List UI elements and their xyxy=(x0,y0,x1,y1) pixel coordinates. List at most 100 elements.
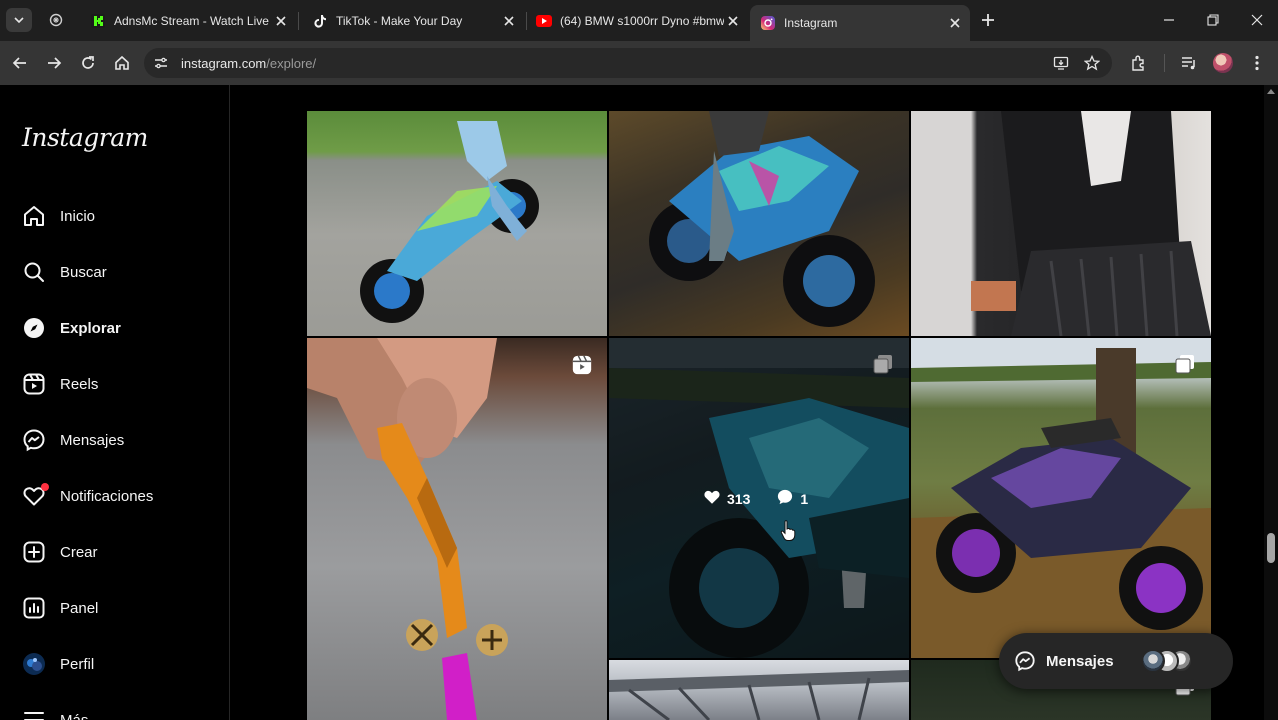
tab-title: (64) BMW s1000rr Dyno #bmw xyxy=(560,14,724,28)
reload-icon xyxy=(82,56,94,69)
explore-post[interactable] xyxy=(609,111,909,336)
arrow-right-icon xyxy=(48,57,62,69)
kick-icon xyxy=(90,13,106,29)
sidebar-item-inicio[interactable]: Inicio xyxy=(22,202,95,230)
browser-toolbar: instagram.com/explore/ xyxy=(0,41,1278,85)
more-options-icon[interactable] xyxy=(1246,52,1268,74)
carousel-badge-icon xyxy=(872,353,894,375)
tab-separator xyxy=(298,12,299,30)
tab-kick[interactable]: AdnsMc Stream - Watch Live or xyxy=(80,6,296,36)
sidebar-item-mas[interactable]: Más xyxy=(22,706,88,720)
likes-stat: 313 xyxy=(703,488,750,509)
plus-icon xyxy=(982,14,994,26)
sidebar-item-notificaciones[interactable]: Notificaciones xyxy=(22,482,153,510)
close-window-button[interactable] xyxy=(1245,8,1269,32)
close-tab-icon[interactable] xyxy=(272,12,290,30)
home-button[interactable] xyxy=(110,51,134,75)
scrollbar-thumb[interactable] xyxy=(1267,533,1275,563)
arrow-left-icon xyxy=(12,57,26,69)
explore-post[interactable] xyxy=(307,338,607,720)
heart-icon xyxy=(703,488,721,509)
chatgpt-icon xyxy=(49,13,63,27)
sidebar-item-label: Notificaciones xyxy=(60,487,154,505)
sidebar-item-reels[interactable]: Reels xyxy=(22,370,98,398)
sidebar-item-perfil[interactable]: Perfil xyxy=(22,650,94,678)
instagram-logo[interactable]: Instagram xyxy=(22,123,148,152)
avatar xyxy=(22,652,46,676)
close-tab-icon[interactable] xyxy=(946,14,964,32)
notification-dot xyxy=(41,483,49,491)
chart-icon xyxy=(22,596,46,620)
sidebar-item-mensajes[interactable]: Mensajes xyxy=(22,426,124,454)
back-button[interactable] xyxy=(8,51,32,75)
messenger-icon xyxy=(22,428,46,452)
restore-button[interactable] xyxy=(1201,8,1225,32)
tab-search-button[interactable] xyxy=(6,8,32,32)
reload-button[interactable] xyxy=(76,51,100,75)
post-image xyxy=(649,111,875,327)
messages-floating-button[interactable]: Mensajes xyxy=(999,633,1233,689)
minimize-button[interactable] xyxy=(1157,8,1181,32)
tab-tiktok[interactable]: TikTok - Make Your Day xyxy=(302,6,524,36)
search-icon xyxy=(22,260,46,284)
explore-post[interactable] xyxy=(911,111,1211,336)
close-tab-icon[interactable] xyxy=(724,12,742,30)
explore-post[interactable] xyxy=(609,660,909,720)
url-host: instagram.com xyxy=(181,56,267,71)
sidebar-item-label: Más xyxy=(60,711,89,720)
restore-icon xyxy=(1207,14,1219,26)
new-tab-button[interactable] xyxy=(977,9,999,31)
close-tab-icon[interactable] xyxy=(500,12,518,30)
heart-icon xyxy=(22,483,49,508)
explore-post[interactable] xyxy=(307,111,607,336)
sidebar-item-panel[interactable]: Panel xyxy=(22,594,98,622)
reel-badge-icon xyxy=(571,354,593,376)
forward-button[interactable] xyxy=(42,51,66,75)
instagram-sidebar: Instagram Inicio Buscar Explorar Reels M… xyxy=(0,85,230,720)
browser-profile-avatar[interactable] xyxy=(1213,53,1233,73)
site-info-icon[interactable] xyxy=(152,54,170,72)
scroll-up-arrow-icon[interactable] xyxy=(1267,89,1275,94)
sidebar-item-label: Crear xyxy=(60,543,98,561)
carousel-badge-icon xyxy=(1174,353,1196,375)
install-app-icon[interactable] xyxy=(1052,54,1070,72)
explore-post[interactable] xyxy=(911,338,1211,658)
sidebar-item-buscar[interactable]: Buscar xyxy=(22,258,107,286)
plus-square-icon xyxy=(22,540,46,564)
instagram-page: Instagram Inicio Buscar Explorar Reels M… xyxy=(0,85,1278,720)
home-icon xyxy=(115,55,129,70)
chevron-down-icon xyxy=(14,17,24,24)
tab-title: Instagram xyxy=(784,16,838,30)
menu-icon xyxy=(22,708,46,720)
compass-icon xyxy=(22,316,46,340)
extensions-icon[interactable] xyxy=(1128,52,1150,74)
message-avatars xyxy=(1141,649,1219,673)
sidebar-item-label: Panel xyxy=(60,599,99,617)
home-icon xyxy=(22,204,46,228)
tab-instagram[interactable]: Instagram xyxy=(750,5,970,41)
tiktok-icon xyxy=(312,13,328,29)
likes-count: 313 xyxy=(727,490,751,507)
post-image xyxy=(911,338,1211,658)
youtube-icon xyxy=(536,13,552,29)
sidebar-item-label: Explorar xyxy=(60,319,121,337)
minimize-icon xyxy=(1164,19,1174,21)
tab-youtube[interactable]: (64) BMW s1000rr Dyno #bmw xyxy=(526,6,748,36)
pinned-tab[interactable] xyxy=(42,6,70,34)
sidebar-item-label: Inicio xyxy=(60,207,96,225)
comments-count: 1 xyxy=(800,490,809,507)
post-hover-stats: 313 1 xyxy=(703,488,808,509)
media-controls-icon[interactable] xyxy=(1178,52,1200,74)
tab-title: AdnsMc Stream - Watch Live or xyxy=(114,14,272,28)
sidebar-item-label: Mensajes xyxy=(60,431,125,449)
reels-icon xyxy=(22,372,46,396)
sidebar-item-crear[interactable]: Crear xyxy=(22,538,98,566)
sidebar-item-explorar[interactable]: Explorar xyxy=(22,314,121,342)
url-text[interactable]: instagram.com/explore/ xyxy=(181,56,316,71)
sidebar-item-label: Buscar xyxy=(60,263,107,281)
bookmark-star-icon[interactable] xyxy=(1083,54,1101,72)
page-scrollbar[interactable] xyxy=(1264,85,1278,720)
comment-icon xyxy=(776,488,794,509)
explore-post-hovered[interactable]: 313 1 xyxy=(609,338,909,658)
address-bar[interactable]: instagram.com/explore/ xyxy=(144,48,1112,78)
